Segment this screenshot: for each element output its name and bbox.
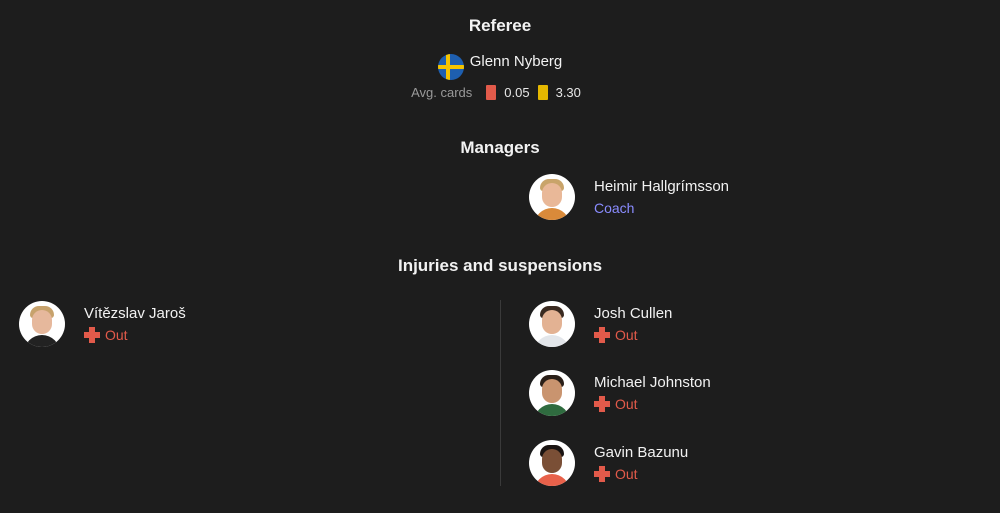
avatar xyxy=(529,440,575,486)
status-label: Out xyxy=(105,327,128,343)
status-badge: Out xyxy=(594,327,672,343)
red-cards-value: 0.05 xyxy=(504,85,530,100)
injury-cross-icon xyxy=(594,396,610,412)
manager-item[interactable]: Heimir Hallgrímsson Coach xyxy=(529,174,729,220)
player-name: Josh Cullen xyxy=(594,305,673,322)
avatar xyxy=(19,301,65,347)
yellow-card-icon xyxy=(537,85,548,100)
injured-player-item[interactable]: Gavin Bazunu Out xyxy=(529,440,688,486)
player-name: Michael Johnston xyxy=(594,374,711,391)
injury-cross-icon xyxy=(594,327,610,343)
manager-name: Heimir Hallgrímsson xyxy=(594,178,730,195)
referee-row[interactable]: Glenn Nyberg xyxy=(0,52,1000,80)
avatar xyxy=(529,174,575,220)
status-badge: Out xyxy=(594,466,688,482)
player-name: Gavin Bazunu xyxy=(594,444,689,461)
status-label: Out xyxy=(615,396,638,412)
status-label: Out xyxy=(615,466,638,482)
referee-avg-cards: Avg. cards 0.05 3.30 xyxy=(0,85,1000,100)
player-name: Vítězslav Jaroš xyxy=(84,305,186,322)
status-badge: Out xyxy=(594,396,711,412)
red-card-icon xyxy=(486,85,497,100)
injured-player-item[interactable]: Michael Johnston Out xyxy=(529,370,711,416)
sweden-flag-icon xyxy=(437,54,464,80)
injured-player-item[interactable]: Vítězslav Jaroš Out xyxy=(19,301,186,347)
referee-heading: Referee xyxy=(468,16,532,35)
avg-cards-label: Avg. cards xyxy=(411,85,473,100)
yellow-cards-value: 3.30 xyxy=(555,85,581,100)
avatar xyxy=(529,301,575,347)
injuries-heading: Injuries and suspensions xyxy=(397,256,603,275)
match-lineup-info: Referee Glenn Nyberg Avg. cards 0.05 3.3… xyxy=(0,0,1000,513)
managers-heading: Managers xyxy=(460,138,540,157)
status-badge: Out xyxy=(84,327,186,343)
manager-role: Coach xyxy=(594,200,635,216)
injured-player-item[interactable]: Josh Cullen Out xyxy=(529,301,672,347)
column-divider xyxy=(500,300,501,486)
injury-cross-icon xyxy=(84,327,100,343)
referee-name[interactable]: Glenn Nyberg xyxy=(470,53,563,70)
avatar xyxy=(529,370,575,416)
injury-cross-icon xyxy=(594,466,610,482)
status-label: Out xyxy=(615,327,638,343)
